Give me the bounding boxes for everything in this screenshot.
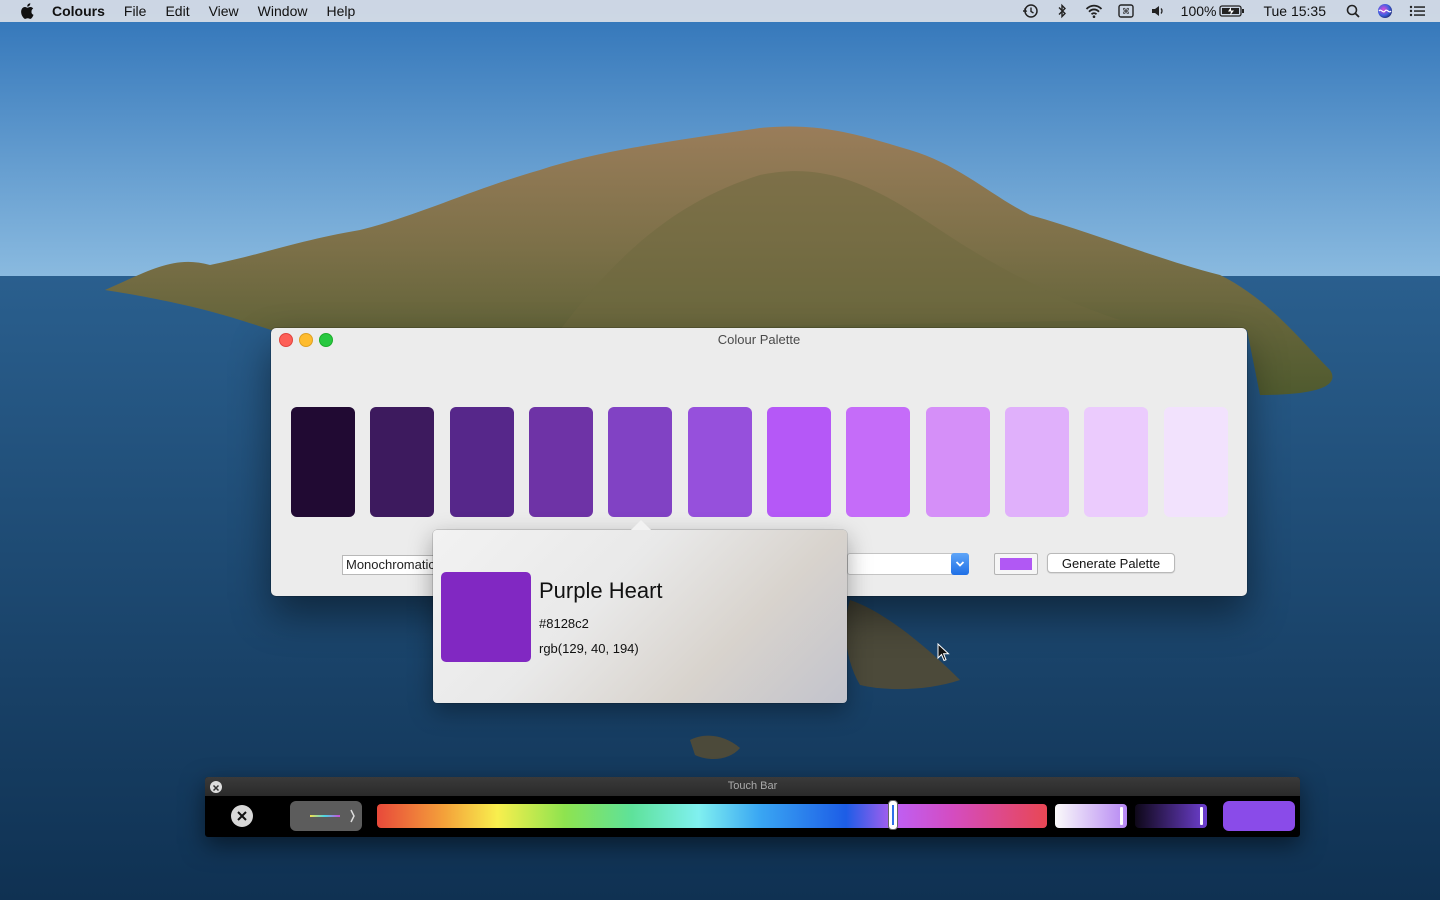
window-titlebar[interactable]: Colour Palette	[271, 328, 1247, 350]
palette-swatch[interactable]	[608, 407, 672, 517]
menu-view[interactable]: View	[209, 3, 239, 19]
popover-arrow	[631, 520, 651, 530]
wifi-icon[interactable]	[1085, 3, 1103, 19]
colour-combo-box[interactable]	[847, 553, 969, 575]
menu-edit[interactable]: Edit	[165, 3, 189, 19]
menu-help[interactable]: Help	[326, 3, 355, 19]
palette-swatch[interactable]	[767, 407, 831, 517]
volume-icon[interactable]	[1149, 3, 1167, 19]
colour-info-popover: Purple Heart #8128c2 rgb(129, 40, 194)	[433, 520, 847, 703]
menubar-clock[interactable]: Tue 15:35	[1263, 3, 1326, 19]
palette-swatch[interactable]	[450, 407, 514, 517]
colour-name: Purple Heart	[539, 578, 663, 603]
menu-file[interactable]: File	[124, 3, 147, 19]
mouse-pointer-icon	[937, 643, 950, 662]
palette-swatch[interactable]	[1084, 407, 1148, 517]
menu-window[interactable]: Window	[258, 3, 308, 19]
menu-app-name[interactable]: Colours	[52, 3, 105, 19]
touch-bar-hue-slider[interactable]	[377, 800, 1047, 830]
time-machine-icon[interactable]	[1021, 3, 1039, 19]
base-colour-well[interactable]	[994, 553, 1038, 575]
svg-text:⌘: ⌘	[1122, 7, 1130, 16]
base-colour-fill	[1000, 558, 1032, 570]
notification-center-icon[interactable]	[1408, 3, 1426, 19]
palette-swatch[interactable]	[1005, 407, 1069, 517]
close-icon	[237, 811, 247, 821]
siri-icon[interactable]	[1376, 3, 1394, 19]
hue-slider-knob[interactable]	[887, 800, 898, 830]
window-title: Colour Palette	[717, 332, 801, 347]
chevron-down-icon	[955, 561, 965, 567]
battery-icon[interactable]	[1219, 4, 1245, 18]
darkness-slider-knob[interactable]	[1200, 807, 1203, 825]
colour-picker-icon	[310, 809, 355, 823]
touch-bar-title: Touch Bar	[727, 780, 778, 792]
palette-swatch[interactable]	[529, 407, 593, 517]
lightness-slider-knob[interactable]	[1120, 807, 1123, 825]
menu-bar: Colours File Edit View Window Help ⌘ 100…	[0, 0, 1440, 22]
colour-rgb: rgb(129, 40, 194)	[539, 641, 639, 656]
apple-menu-icon[interactable]	[20, 3, 34, 19]
palette-swatch[interactable]	[846, 407, 910, 517]
colour-hex: #8128c2	[539, 616, 589, 631]
palette-swatch[interactable]	[1164, 407, 1228, 517]
input-menu-icon[interactable]: ⌘	[1117, 3, 1135, 19]
palette-swatch[interactable]	[688, 407, 752, 517]
touch-bar-dismiss-button[interactable]	[231, 805, 253, 827]
combo-dropdown-button[interactable]	[951, 553, 969, 575]
touch-bar-titlebar[interactable]: Touch Bar	[205, 777, 1300, 796]
palette-swatch[interactable]	[370, 407, 434, 517]
touch-bar-colour-picker-button[interactable]	[290, 801, 362, 831]
touch-bar-colour-preview[interactable]	[1223, 801, 1295, 831]
popover-colour-swatch	[441, 572, 531, 662]
touch-bar-lightness-slider[interactable]	[1055, 804, 1127, 828]
generate-palette-button[interactable]: Generate Palette	[1047, 553, 1175, 573]
bluetooth-icon[interactable]	[1053, 3, 1071, 19]
spotlight-icon[interactable]	[1344, 3, 1362, 19]
palette-swatch[interactable]	[926, 407, 990, 517]
battery-percent[interactable]: 100%	[1181, 3, 1217, 19]
touch-bar-window: Touch Bar	[205, 777, 1300, 837]
touch-bar-darkness-slider[interactable]	[1135, 804, 1207, 828]
palette-swatches	[291, 407, 1231, 517]
palette-swatch[interactable]	[291, 407, 355, 517]
